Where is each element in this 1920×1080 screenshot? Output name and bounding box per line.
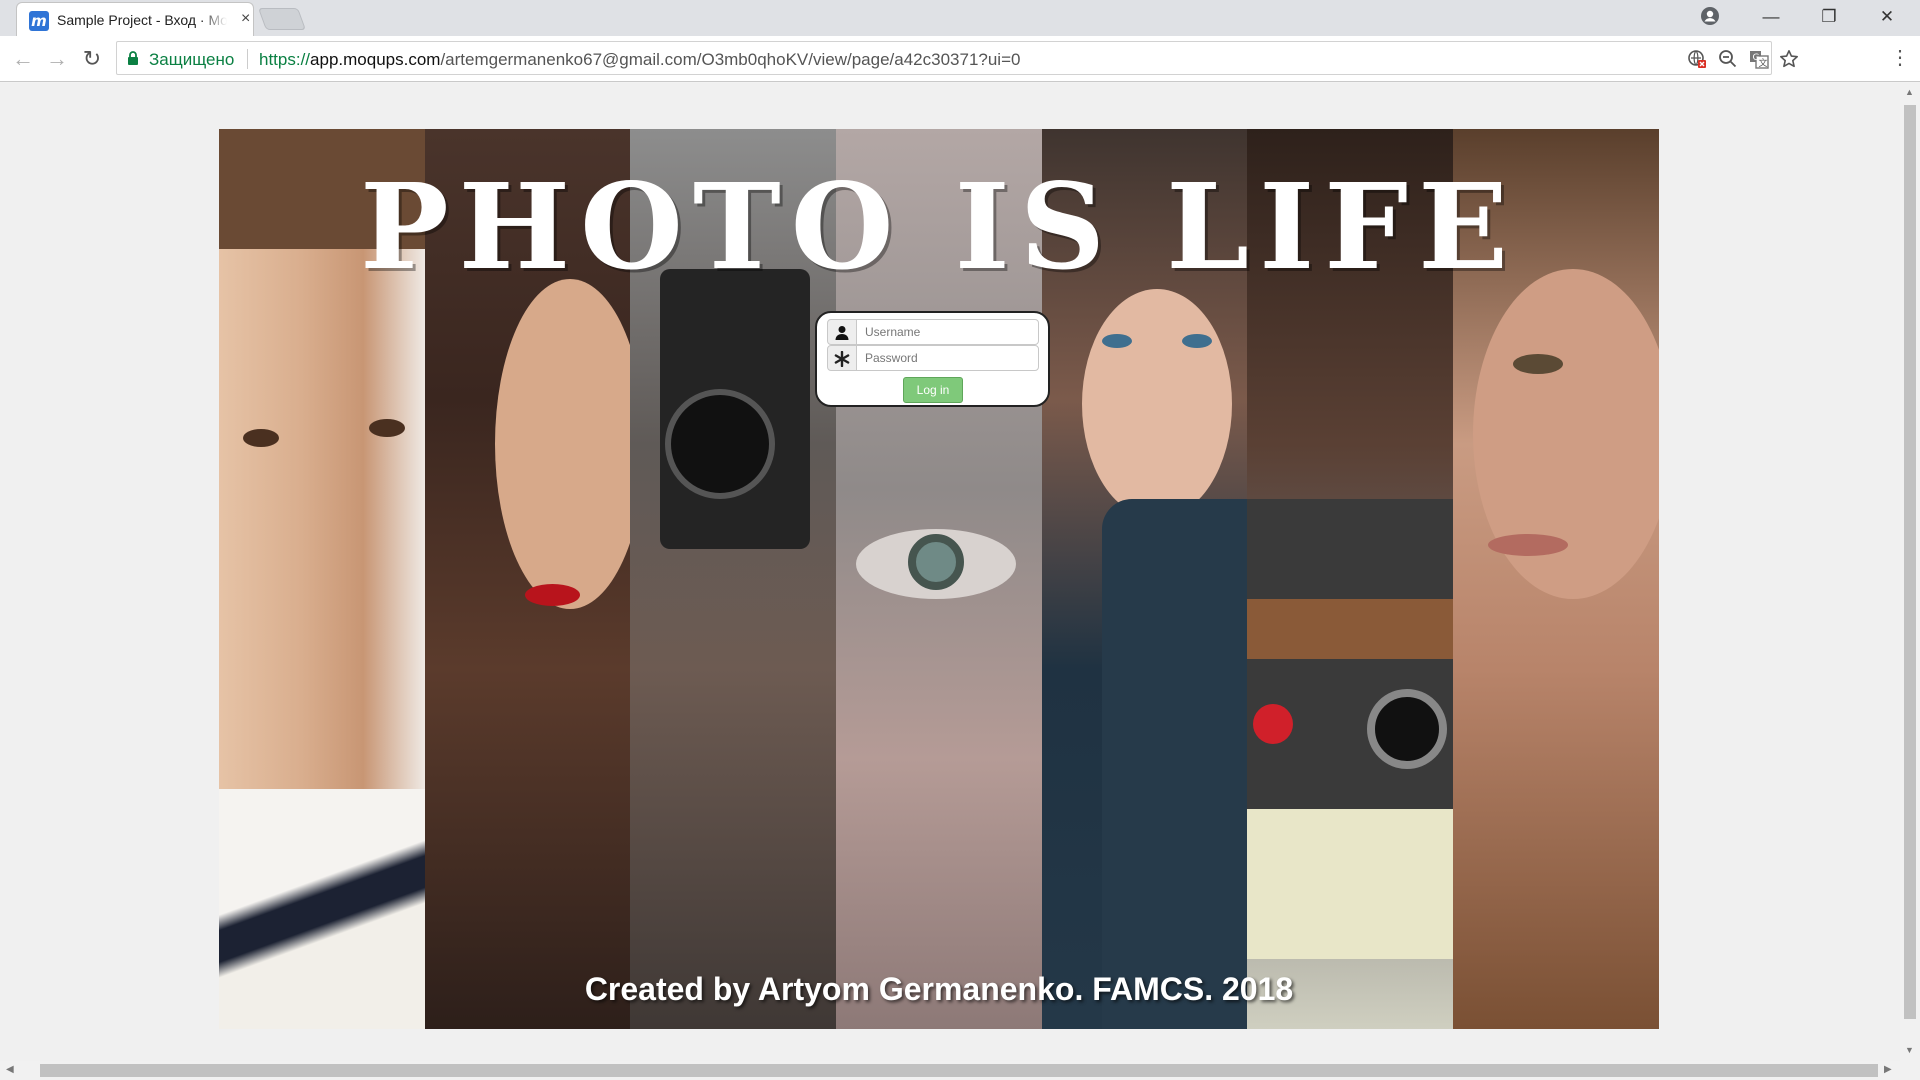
tab-close-icon[interactable]: × <box>241 10 250 28</box>
minimize-icon[interactable]: — <box>1756 4 1786 30</box>
sweater-shape <box>1102 499 1248 1029</box>
username-field-group <box>827 319 1039 345</box>
lock-icon <box>128 51 138 65</box>
browser-menu-icon[interactable]: ⋮ <box>1890 47 1910 69</box>
url-path: /artemgermanenko67@gmail.com/O3mb0qhoKV/… <box>440 50 1021 69</box>
reload-icon[interactable]: ↻ <box>79 46 105 72</box>
back-icon[interactable]: ← <box>10 46 36 72</box>
tab-title: Sample Project - Вход · Moqups <box>57 12 227 28</box>
url-host: app.moqups.com <box>310 50 441 69</box>
horizontal-scroll-thumb[interactable] <box>40 1064 1878 1077</box>
tab-strip: m Sample Project - Вход · Moqups × — ❐ ✕ <box>0 0 1920 36</box>
scroll-right-icon[interactable]: ▶ <box>1884 1064 1892 1075</box>
zoom-out-icon[interactable] <box>1718 49 1738 69</box>
browser-tab[interactable]: m Sample Project - Вход · Moqups × <box>16 2 254 36</box>
hero-collage: PHOTO IS LIFE Log in <box>219 129 1659 1029</box>
polaroid-print-shape <box>1247 809 1453 959</box>
close-window-icon[interactable]: ✕ <box>1872 4 1902 30</box>
face-shape <box>1082 289 1232 519</box>
face-shape <box>495 279 645 609</box>
page-viewport: PHOTO IS LIFE Log in <box>0 83 1900 1061</box>
horizontal-scrollbar[interactable]: ◀ ▶ <box>0 1061 1920 1080</box>
new-tab-button[interactable] <box>257 8 307 30</box>
vertical-scroll-thumb[interactable] <box>1904 105 1916 1019</box>
eye-shape <box>1102 334 1132 348</box>
address-bar[interactable]: Защищено https://app.moqups.com/artemger… <box>116 41 1798 75</box>
password-input[interactable] <box>856 345 1039 371</box>
lens-shape <box>665 389 775 499</box>
translate-icon[interactable]: G 文 <box>1749 49 1769 69</box>
credit-text: Created by Artyom Germanenko. FAMCS. 201… <box>584 971 1294 1007</box>
polaroid-lens-shape <box>1367 689 1447 769</box>
eye-shape <box>1513 354 1563 374</box>
restore-icon[interactable]: ❐ <box>1814 4 1844 30</box>
vertical-scrollbar[interactable]: ▲ ▼ <box>1900 83 1920 1061</box>
username-input[interactable] <box>856 319 1039 345</box>
shutter-button-shape <box>1253 704 1293 744</box>
scroll-left-icon[interactable]: ◀ <box>6 1064 14 1075</box>
scroll-up-icon[interactable]: ▲ <box>1905 87 1914 97</box>
eye-shape <box>369 419 405 437</box>
url-text[interactable]: https://app.moqups.com/artemgermanenko67… <box>259 50 1020 70</box>
eye-shape <box>243 429 279 447</box>
url-protocol: https:// <box>259 50 311 69</box>
scroll-down-icon[interactable]: ▼ <box>1905 1045 1914 1055</box>
hero-title: PHOTO IS LIFE <box>359 157 1519 296</box>
lips-shape <box>525 584 580 606</box>
password-field-group <box>827 345 1039 371</box>
asterisk-icon <box>827 345 857 371</box>
user-icon <box>827 319 857 345</box>
polaroid-stripe-shape <box>1247 599 1453 659</box>
moqups-favicon-icon: m <box>29 11 49 31</box>
svg-text:文: 文 <box>1759 57 1768 69</box>
login-form: Log in <box>815 311 1050 407</box>
bookmark-star-icon[interactable] <box>1779 49 1799 69</box>
login-button[interactable]: Log in <box>903 377 963 403</box>
browser-toolbar: ← → ↻ Защищено https://app.moqups.com/ar… <box>0 36 1920 82</box>
divider <box>247 49 248 69</box>
iris-shape <box>908 534 964 590</box>
forward-icon[interactable]: → <box>44 46 70 72</box>
secure-label: Защищено <box>149 50 235 69</box>
blocked-content-icon[interactable] <box>1687 49 1707 69</box>
profile-icon[interactable] <box>1700 6 1720 26</box>
eye-shape <box>1182 334 1212 348</box>
lips-shape <box>1488 534 1568 556</box>
